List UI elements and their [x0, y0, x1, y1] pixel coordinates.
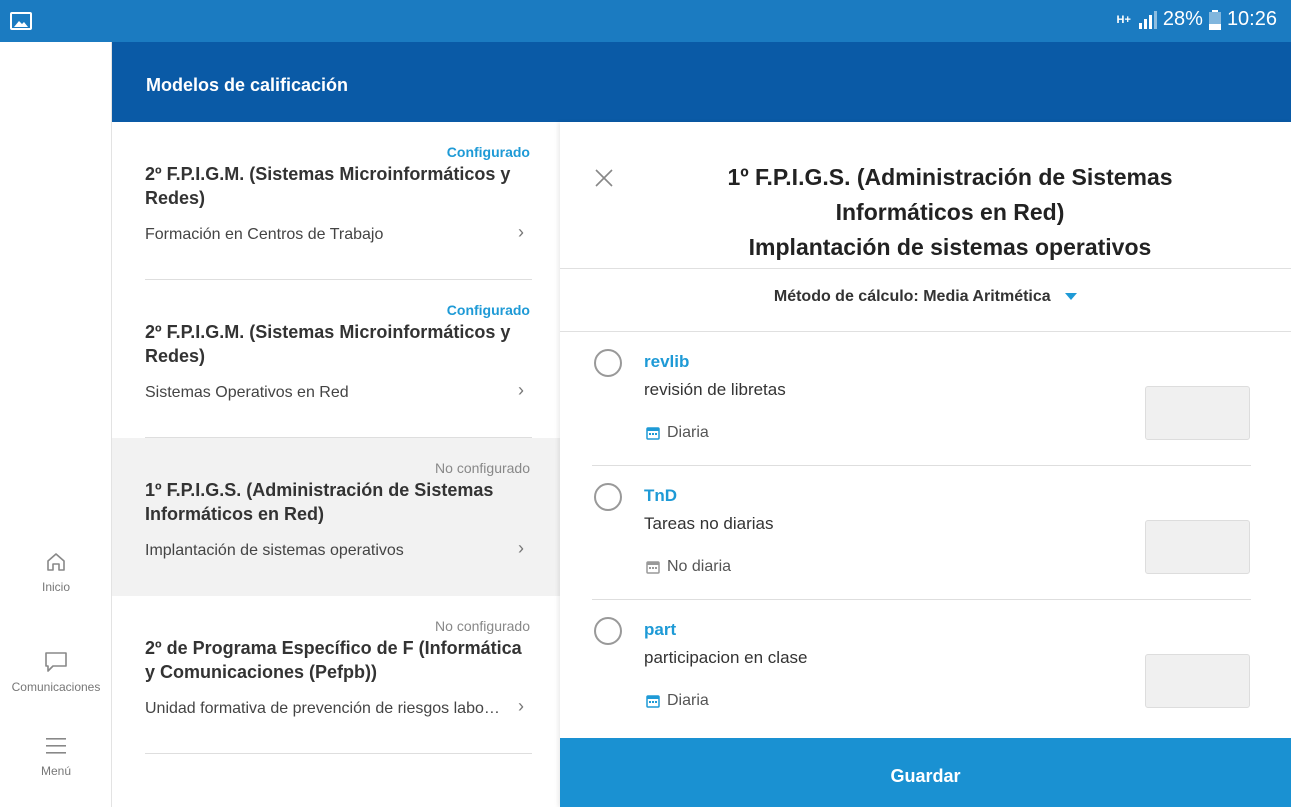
grading-model-list: Configurado 2º F.P.I.G.M. (Sistemas Micr…: [112, 122, 560, 807]
list-item[interactable]: Configurado 2º F.P.I.G.M. (Sistemas Micr…: [112, 122, 560, 280]
calculation-method-select[interactable]: Método de cálculo: Media Aritmética: [560, 288, 1291, 306]
chevron-right-icon: ›: [518, 222, 524, 242]
home-icon: [47, 553, 65, 571]
criterion-radio[interactable]: [594, 349, 622, 377]
criterion-description: participacion en clase: [644, 648, 808, 667]
chevron-right-icon: ›: [518, 538, 524, 558]
frequency-label: No diaria: [667, 558, 732, 575]
grade-weight-input[interactable]: [1145, 386, 1250, 440]
status-badge: Configurado: [446, 302, 530, 318]
criterion-description: revisión de libretas: [644, 380, 786, 399]
detail-panel: 1º F.P.I.G.S. (Administración de Sistema…: [560, 122, 1291, 807]
detail-title-line: Implantación de sistemas operativos: [748, 234, 1152, 260]
criterion-description: Tareas no diarias: [644, 514, 774, 533]
status-badge: No configurado: [435, 460, 530, 476]
nav-rail: Inicio Comunicaciones Menú: [0, 42, 112, 807]
chevron-right-icon: ›: [518, 380, 524, 400]
subject-name: Unidad formativa de prevención de riesgo…: [145, 700, 500, 717]
chevron-right-icon: ›: [518, 696, 524, 716]
criterion-frequency: Diaria: [646, 692, 709, 710]
criterion-code: revlib: [644, 352, 690, 371]
criterion-row: TnD Tareas no diarias No diaria: [560, 466, 1291, 600]
battery-percent: 28%: [1162, 8, 1203, 30]
criterion-radio[interactable]: [594, 483, 622, 511]
status-badge: Configurado: [446, 144, 530, 160]
network-type: H+: [1116, 13, 1131, 26]
nav-item-comunicaciones[interactable]: Comunicaciones: [0, 650, 112, 694]
detail-title-line: 1º F.P.I.G.S. (Administración de Sistema…: [727, 164, 1173, 190]
nav-label: Comunicaciones: [11, 680, 101, 694]
detail-title: 1º F.P.I.G.S. (Administración de Sistema…: [640, 160, 1260, 265]
criterion-radio[interactable]: [594, 617, 622, 645]
course-name: 2º F.P.I.G.M. (Sistemas Microinformático…: [145, 164, 511, 208]
course-name: 2º F.P.I.G.M. (Sistemas Microinformático…: [145, 322, 511, 366]
criterion-code: TnD: [644, 486, 678, 505]
subject-name: Formación en Centros de Trabajo: [145, 226, 384, 243]
grade-weight-input[interactable]: [1145, 654, 1250, 708]
app-bar: Modelos de calificación: [112, 42, 1291, 122]
status-indicators: H+ 28% 10:26: [1117, 8, 1277, 31]
course-name: 2º de Programa Específico de F (Informát…: [145, 638, 522, 682]
list-item[interactable]: No configurado 2º de Programa Específico…: [112, 596, 560, 754]
criterion-row: revlib revisión de libretas Diaria: [560, 332, 1291, 466]
criterion-row: part participacion en clase Diaria: [560, 600, 1291, 734]
criterion-code: part: [644, 620, 677, 639]
list-item[interactable]: Configurado 2º F.P.I.G.M. (Sistemas Micr…: [112, 280, 560, 438]
grade-weight-input[interactable]: [1145, 520, 1250, 574]
save-button[interactable]: Guardar: [560, 738, 1291, 807]
close-icon: [595, 169, 613, 187]
method-label: Método de cálculo:: [773, 288, 919, 305]
clock: 10:26: [1226, 8, 1277, 30]
status-badge: No configurado: [435, 618, 530, 634]
subject-name: Implantación de sistemas operativos: [145, 542, 404, 559]
detail-title-line: Informáticos en Red): [835, 199, 1065, 225]
gallery-icon: [10, 12, 32, 30]
calendar-icon: [646, 561, 660, 574]
status-bar: H+ 28% 10:26: [0, 0, 1291, 42]
course-name: 1º F.P.I.G.S. (Administración de Sistema…: [145, 480, 494, 524]
nav-item-inicio[interactable]: Inicio: [0, 550, 112, 594]
divider: [145, 753, 532, 754]
nav-label: Inicio: [41, 580, 70, 594]
nav-item-menu[interactable]: Menú: [0, 734, 112, 778]
method-value: Media Aritmética: [923, 288, 1051, 305]
battery-icon: [1208, 9, 1221, 30]
calendar-icon: [646, 427, 660, 440]
criterion-frequency: Diaria: [646, 424, 709, 442]
nav-label: Menú: [40, 764, 72, 778]
divider: [560, 268, 1291, 269]
frequency-label: Diaria: [667, 424, 709, 441]
subject-name: Sistemas Operativos en Red: [145, 384, 349, 401]
dropdown-arrow-icon: [1065, 293, 1078, 301]
signal-icon: [1138, 10, 1157, 29]
chat-icon: [45, 652, 67, 672]
frequency-label: Diaria: [667, 692, 709, 709]
page-title: Modelos de calificación: [146, 75, 349, 95]
calendar-icon: [646, 695, 660, 708]
list-item-selected[interactable]: No configurado 1º F.P.I.G.S. (Administra…: [112, 438, 560, 596]
close-button[interactable]: [592, 166, 616, 190]
menu-icon: [46, 738, 66, 754]
criterion-frequency: No diaria: [646, 558, 731, 576]
